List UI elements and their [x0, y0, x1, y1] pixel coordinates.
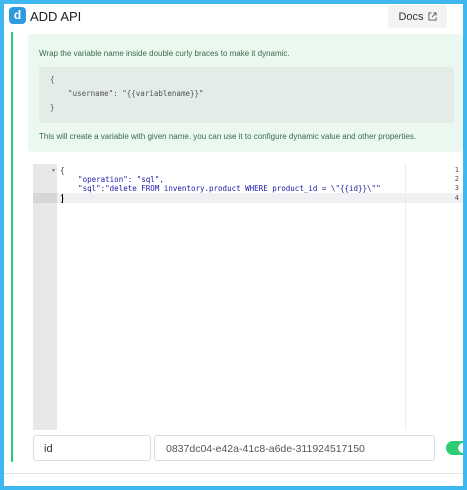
fold-arrow-icon[interactable]: ▼	[51, 168, 56, 174]
hint-code-sample: { "username": "{{variablename}}" }	[39, 67, 454, 123]
page-title: ADD API	[30, 9, 82, 24]
docs-button[interactable]: Docs	[388, 5, 447, 28]
active-line-highlight	[57, 193, 463, 203]
sample-line: "username": "{{variablename}}"	[50, 89, 204, 98]
code-editor[interactable]: 1 ▼ 2 3 4 { "operation": "sql", "sql":"d…	[33, 164, 463, 430]
hint-line-1: Wrap the variable name inside double cur…	[39, 49, 290, 58]
variable-enabled-toggle[interactable]	[446, 441, 463, 455]
hint-line-2: This will create a variable with given n…	[39, 132, 417, 141]
add-api-window: d ADD API Docs Wrap the variable name in…	[4, 4, 463, 486]
code-line: "operation": "sql",	[60, 175, 164, 184]
divider	[4, 473, 463, 474]
sample-line: }	[50, 103, 55, 112]
variable-value-field[interactable]: 0837dc04-e42a-41c8-a6de-311924517150	[154, 435, 435, 461]
line-number: 3	[454, 184, 459, 192]
external-link-icon	[427, 12, 437, 21]
section-indicator	[11, 32, 13, 462]
code-line: {	[60, 166, 65, 175]
text-cursor	[62, 194, 63, 203]
editor-gutter	[33, 164, 57, 430]
dynamic-variable-hint: Wrap the variable name inside double cur…	[28, 34, 463, 152]
form-body: Wrap the variable name inside double cur…	[4, 30, 463, 486]
line-number: 1	[454, 166, 459, 174]
docs-button-label: Docs	[398, 10, 424, 23]
sample-line: {	[50, 75, 55, 84]
gutter-active-line	[33, 193, 57, 203]
code-line: "sql":"delete FROM inventory.product WHE…	[60, 184, 381, 193]
print-margin	[405, 164, 406, 430]
toggle-knob	[458, 443, 463, 453]
variable-key-field[interactable]: id	[33, 435, 151, 461]
line-number: 2	[454, 175, 459, 183]
variable-row: id 0837dc04-e42a-41c8-a6de-311924517150	[33, 435, 463, 463]
window-header: d ADD API Docs	[4, 4, 463, 30]
line-number: 4	[454, 194, 459, 202]
app-logo-icon: d	[9, 7, 26, 24]
